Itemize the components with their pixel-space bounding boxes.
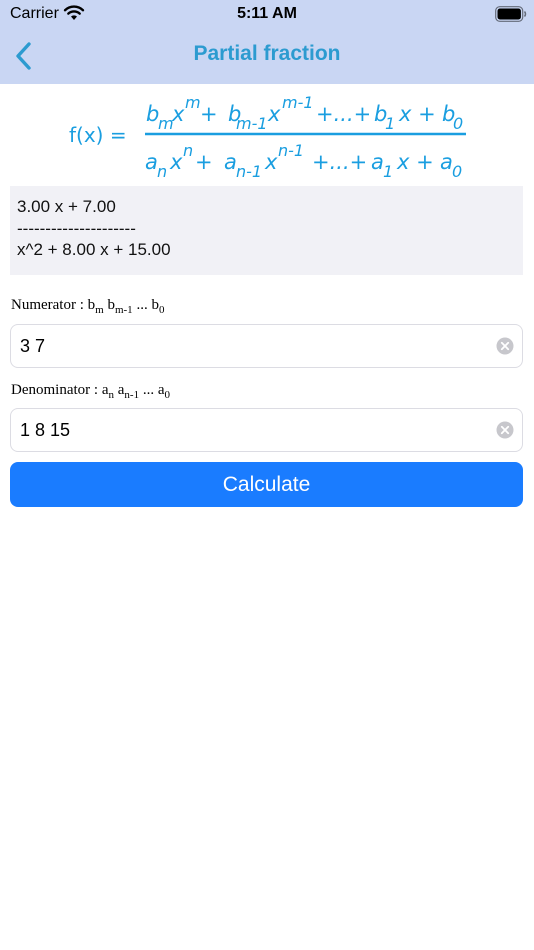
svg-text:1: 1 xyxy=(383,162,393,181)
svg-text:a: a xyxy=(440,150,453,174)
svg-text:n-1: n-1 xyxy=(236,162,262,181)
svg-text:x: x xyxy=(171,102,185,126)
denominator-input[interactable] xyxy=(20,409,490,451)
preview-denominator: x^2 + 8.00 x + 15.00 xyxy=(17,240,171,259)
svg-text:0: 0 xyxy=(452,162,462,181)
numerator-input[interactable] xyxy=(20,325,490,367)
page-title: Partial fraction xyxy=(193,42,341,65)
preview-numerator: 3.00 x + 7.00 xyxy=(17,197,116,216)
navigation-header: Carrier 5:11 AM Partial fraction xyxy=(0,0,534,84)
formula-lhs: f(x) = xyxy=(69,123,127,147)
svg-text:+: + xyxy=(200,102,218,126)
nav-bar: Partial fraction xyxy=(0,28,534,84)
svg-text:x: x xyxy=(264,150,278,174)
svg-text:m-1: m-1 xyxy=(282,93,314,112)
svg-text:n: n xyxy=(157,162,167,181)
svg-text:n-1: n-1 xyxy=(278,141,304,160)
svg-text:+: + xyxy=(195,150,213,174)
svg-text:1: 1 xyxy=(385,114,395,133)
fraction-preview: 3.00 x + 7.00 --------------------- x^2 … xyxy=(10,186,523,275)
svg-text:x +: x + xyxy=(396,150,434,174)
svg-text:x: x xyxy=(169,150,183,174)
clear-icon[interactable] xyxy=(496,337,514,355)
svg-text:a: a xyxy=(371,150,384,174)
partial-fraction-formula: f(x) = b m x m + b m-1 x m-1 +...+ b 1 x… xyxy=(69,93,466,181)
svg-text:x: x xyxy=(267,102,281,126)
calculate-button[interactable]: Calculate xyxy=(10,462,523,507)
numerator-label: Numerator : bm bm-1 ... b0 xyxy=(11,297,165,316)
svg-text:a: a xyxy=(224,150,237,174)
numerator-field[interactable] xyxy=(10,324,523,368)
svg-text:+...+: +...+ xyxy=(312,150,367,174)
denominator-field[interactable] xyxy=(10,408,523,452)
svg-text:n: n xyxy=(183,141,193,160)
battery-icon xyxy=(495,6,527,22)
formula-denominator: a n x n + a n-1 x n-1 +...+ a 1 x + a 0 xyxy=(145,141,462,181)
preview-separator: --------------------- xyxy=(17,219,136,238)
svg-text:a: a xyxy=(145,150,158,174)
clock-time: 5:11 AM xyxy=(237,5,297,22)
formula-numerator: b m x m + b m-1 x m-1 +...+ b 1 x + b 0 xyxy=(146,93,463,133)
svg-text:m: m xyxy=(185,93,201,112)
svg-text:m-1: m-1 xyxy=(236,114,268,133)
clear-icon[interactable] xyxy=(496,421,514,439)
svg-text:+...+: +...+ xyxy=(316,102,371,126)
svg-text:0: 0 xyxy=(453,114,463,133)
denominator-label: Denominator : an an-1 ... a0 xyxy=(11,382,171,401)
status-bar: Carrier 5:11 AM xyxy=(0,0,534,28)
svg-text:x +: x + xyxy=(398,102,436,126)
